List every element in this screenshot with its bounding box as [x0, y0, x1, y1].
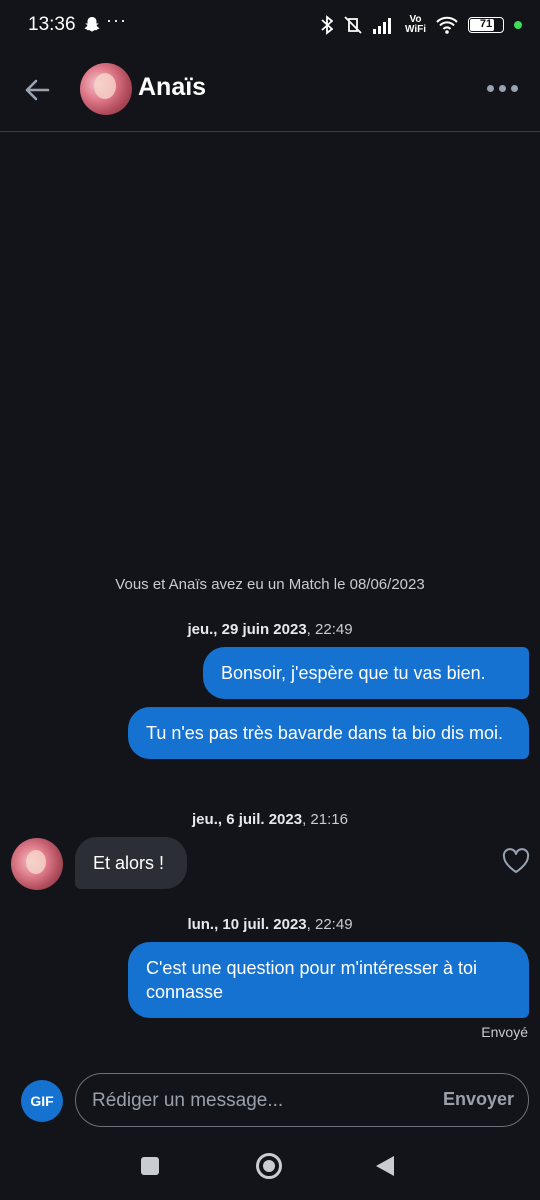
- time-label: 22:49: [315, 621, 353, 638]
- notification-overflow: ···: [106, 10, 127, 30]
- battery-icon: 71: [468, 17, 504, 33]
- snapchat-ghost-icon: [84, 17, 100, 32]
- bluetooth-icon: [321, 15, 333, 35]
- back-triangle-icon[interactable]: [376, 1156, 394, 1176]
- status-bar: 13:36 ··· Vo WiFi 71: [0, 0, 540, 50]
- date-separator: lun., 10 juil. 2023, 22:49: [187, 916, 353, 933]
- date-label: jeu., 29 juin 2023: [187, 621, 307, 638]
- vowifi-indicator: Vo WiFi: [405, 15, 426, 35]
- more-options-icon[interactable]: [487, 85, 518, 92]
- privacy-indicator-dot: [514, 21, 522, 29]
- outgoing-message[interactable]: Tu n'es pas très bavarde dans ta bio dis…: [128, 707, 529, 759]
- battery-level: 71: [479, 18, 493, 30]
- chat-header: Anaïs: [0, 55, 540, 132]
- gif-button[interactable]: GIF: [21, 1080, 63, 1122]
- home-circle-icon[interactable]: [256, 1153, 282, 1179]
- system-nav-bar: [0, 1140, 540, 1200]
- date-label: lun., 10 juil. 2023: [187, 916, 307, 933]
- outgoing-message[interactable]: C'est une question pour m'intéresser à t…: [128, 942, 529, 1018]
- outgoing-message[interactable]: Bonsoir, j'espère que tu vas bien.: [203, 647, 529, 699]
- contact-avatar[interactable]: [80, 63, 132, 115]
- status-time: 13:36: [28, 14, 76, 35]
- wifi-icon: [436, 16, 458, 34]
- signal-icon: [372, 18, 391, 34]
- match-notice: Vous et Anaïs avez eu un Match le 08/06/…: [115, 576, 425, 593]
- recents-square-icon[interactable]: [141, 1157, 159, 1175]
- time-label: 21:16: [310, 811, 348, 828]
- mute-vibrate-icon: [344, 16, 362, 34]
- message-input[interactable]: [90, 1074, 424, 1127]
- send-button[interactable]: Envoyer: [443, 1089, 514, 1110]
- heart-icon[interactable]: [502, 848, 530, 874]
- date-separator: jeu., 29 juin 2023, 22:49: [187, 621, 353, 638]
- incoming-message[interactable]: Et alors !: [75, 837, 187, 889]
- time-label: 22:49: [315, 916, 353, 933]
- vowifi-line2: WiFi: [404, 24, 426, 35]
- contact-name[interactable]: Anaïs: [138, 73, 206, 102]
- back-arrow-icon[interactable]: [22, 75, 52, 105]
- delivery-status: Envoyé: [481, 1024, 528, 1040]
- status-icons: Vo WiFi 71: [321, 14, 522, 36]
- sender-avatar[interactable]: [11, 838, 63, 890]
- date-separator: jeu., 6 juil. 2023, 21:16: [192, 811, 348, 828]
- date-label: jeu., 6 juil. 2023: [192, 811, 303, 828]
- message-composer: Envoyer: [75, 1073, 529, 1127]
